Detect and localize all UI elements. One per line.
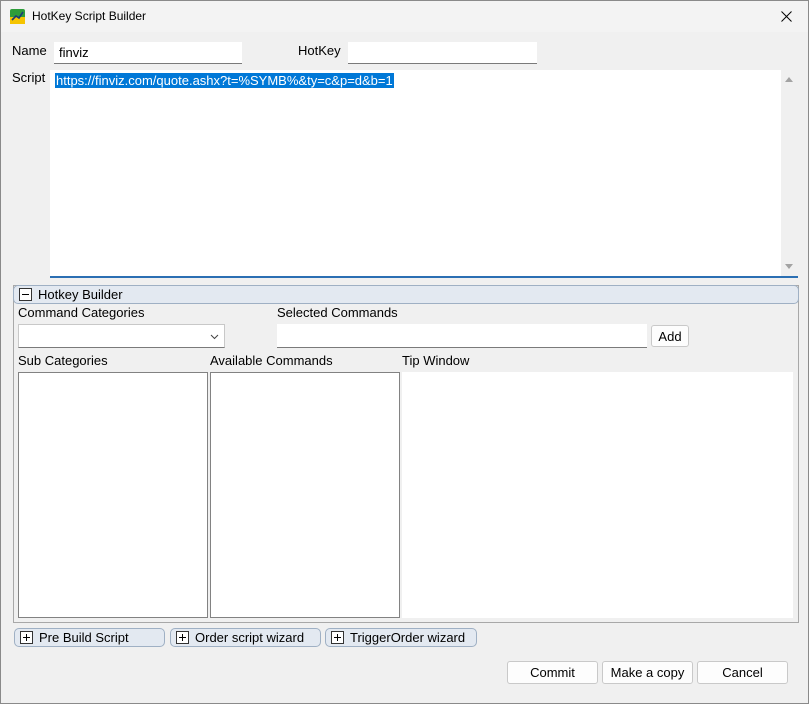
close-icon [780, 11, 792, 22]
expand-plus-icon[interactable] [176, 631, 189, 644]
hotkey-builder-title: Hotkey Builder [38, 287, 123, 302]
sub-categories-label: Sub Categories [18, 353, 108, 368]
hotkey-builder-header[interactable]: Hotkey Builder [13, 285, 799, 304]
available-commands-label: Available Commands [210, 353, 333, 368]
tip-window [402, 372, 793, 618]
script-label: Script [12, 70, 46, 85]
script-text-selected: https://finviz.com/quote.ashx?t=%SYMB%&t… [55, 73, 394, 88]
command-categories-label: Command Categories [18, 305, 145, 320]
close-button[interactable] [764, 1, 808, 32]
hotkey-input[interactable] [348, 42, 537, 64]
order-script-wizard-label: Order script wizard [195, 630, 305, 645]
window-title: HotKey Script Builder [32, 9, 147, 23]
commit-button[interactable]: Commit [507, 661, 598, 684]
chevron-down-icon [210, 334, 219, 340]
hotkey-script-builder-window: HotKey Script Builder Name HotKey Script… [0, 0, 809, 704]
trigger-order-wizard-header[interactable]: TriggerOrder wizard [325, 628, 477, 647]
collapse-minus-icon[interactable] [19, 288, 32, 301]
tip-window-label: Tip Window [402, 353, 470, 368]
pre-build-script-label: Pre Build Script [39, 630, 129, 645]
scroll-down-arrow-icon[interactable] [785, 264, 793, 269]
scroll-up-arrow-icon[interactable] [785, 77, 793, 82]
add-button[interactable]: Add [651, 325, 689, 347]
expand-plus-icon[interactable] [331, 631, 344, 644]
cancel-button[interactable]: Cancel [697, 661, 788, 684]
app-chart-icon [10, 9, 25, 24]
command-categories-select[interactable] [18, 324, 225, 348]
expand-plus-icon[interactable] [20, 631, 33, 644]
available-commands-list[interactable] [210, 372, 400, 618]
script-scrollbar[interactable] [781, 70, 798, 276]
name-input[interactable] [54, 42, 242, 64]
selected-commands-label: Selected Commands [277, 305, 398, 320]
order-script-wizard-header[interactable]: Order script wizard [170, 628, 321, 647]
script-textarea[interactable]: https://finviz.com/quote.ashx?t=%SYMB%&t… [50, 70, 798, 278]
hotkey-label: HotKey [298, 43, 341, 58]
trigger-order-wizard-label: TriggerOrder wizard [350, 630, 466, 645]
make-a-copy-button[interactable]: Make a copy [602, 661, 693, 684]
selected-commands-input[interactable] [277, 324, 647, 348]
title-bar: HotKey Script Builder [1, 1, 808, 32]
name-label: Name [12, 43, 47, 58]
pre-build-script-header[interactable]: Pre Build Script [14, 628, 165, 647]
sub-categories-list[interactable] [18, 372, 208, 618]
